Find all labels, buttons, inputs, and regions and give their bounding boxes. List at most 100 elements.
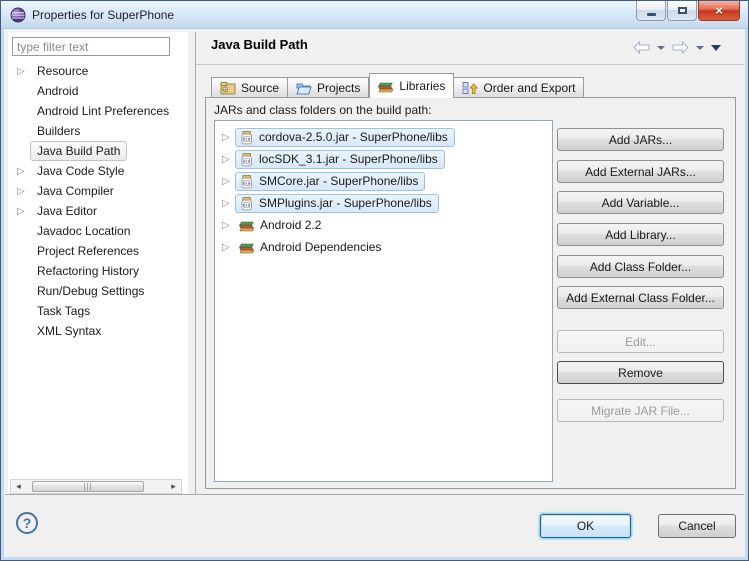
jar-icon: 010: [239, 152, 254, 167]
sidebar-item-label: Run/Debug Settings: [30, 281, 151, 301]
add-variable-button[interactable]: Add Variable...: [557, 191, 724, 214]
maximize-icon: [678, 7, 687, 14]
sidebar-item-java-editor[interactable]: ▷ Java Editor: [8, 201, 188, 221]
expand-arrow-icon[interactable]: ▷: [222, 220, 235, 231]
close-icon: ×: [715, 4, 723, 17]
library-icon: [239, 218, 255, 232]
scrollbar-thumb[interactable]: |||: [32, 481, 144, 492]
view-menu-icon[interactable]: [711, 45, 721, 51]
header-separator: [196, 64, 744, 65]
expand-arrow-icon[interactable]: ▷: [222, 176, 235, 187]
entry-label: cordova-2.5.0.jar - SuperPhone/libs: [259, 130, 448, 144]
sidebar-item-label: Android: [30, 81, 85, 101]
sidebar-item-project-references[interactable]: ▷ Project References: [8, 241, 188, 261]
sidebar-tree: ▷ Resource ▷ Android ▷ Android Lint Pref…: [8, 61, 188, 341]
tab-order-and-export[interactable]: Order and Export: [454, 77, 584, 98]
expand-arrow-icon[interactable]: ▷: [17, 186, 30, 197]
entry-label: Android 2.2: [260, 218, 321, 232]
forward-icon[interactable]: [672, 41, 689, 54]
sidebar-item-resource[interactable]: ▷ Resource: [8, 61, 188, 81]
expand-arrow-icon[interactable]: ▷: [17, 66, 30, 77]
scrollbar-grip-icon: |||: [83, 483, 92, 491]
sidebar-item-xml-syntax[interactable]: ▷ XML Syntax: [8, 321, 188, 341]
window-title: Properties for SuperPhone: [32, 8, 174, 22]
ok-button[interactable]: OK: [540, 514, 631, 538]
sidebar-item-java-code-style[interactable]: ▷ Java Code Style: [8, 161, 188, 181]
back-icon[interactable]: [633, 41, 650, 54]
svg-text:010: 010: [243, 137, 251, 141]
history-navbar: [633, 41, 721, 54]
tab-label: Libraries: [399, 79, 445, 93]
expand-arrow-icon[interactable]: ▷: [222, 132, 235, 143]
sidebar-item-label: Java Code Style: [30, 161, 131, 181]
scroll-left-arrow-icon[interactable]: ◂: [11, 480, 26, 493]
tab-label: Source: [241, 81, 279, 95]
sidebar-item-label: Java Editor: [30, 201, 104, 221]
expand-arrow-icon[interactable]: ▷: [222, 154, 235, 165]
sidebar-item-task-tags[interactable]: ▷ Task Tags: [8, 301, 188, 321]
sidebar-item-refactoring-history[interactable]: ▷ Refactoring History: [8, 261, 188, 281]
build-path-entry[interactable]: ▷ 010 Android Dependencies: [215, 236, 552, 258]
sidebar-item-android-lint-preferences[interactable]: ▷ Android Lint Preferences: [8, 101, 188, 121]
title-bar[interactable]: Properties for SuperPhone ×: [1, 1, 748, 29]
tab-label: Projects: [317, 81, 360, 95]
package-folder-icon: [220, 81, 236, 95]
build-path-tabs: Source Projects: [211, 73, 584, 98]
sidebar-item-label: Java Build Path: [30, 141, 127, 161]
sidebar-item-javadoc-location[interactable]: ▷ Javadoc Location: [8, 221, 188, 241]
sidebar-item-android[interactable]: ▷ Android: [8, 81, 188, 101]
sidebar-item-java-compiler[interactable]: ▷ Java Compiler: [8, 181, 188, 201]
panel-splitter[interactable]: [195, 32, 196, 495]
forward-dropdown-icon[interactable]: [696, 46, 704, 50]
sidebar-item-java-build-path[interactable]: ▷ Java Build Path: [8, 141, 188, 161]
svg-text:010: 010: [243, 181, 251, 185]
expand-arrow-icon[interactable]: ▷: [17, 166, 30, 177]
sidebar-item-label: XML Syntax: [30, 321, 108, 341]
expand-arrow-icon[interactable]: ▷: [222, 242, 235, 253]
build-path-entry[interactable]: ▷ 010 SMCore.jar - SuperPhone/libs: [215, 170, 552, 192]
books-icon: [378, 79, 394, 93]
build-path-entry[interactable]: ▷ 010 cordova-2.5.0.jar - SuperPhone/lib…: [215, 126, 552, 148]
add-jars-button[interactable]: Add JARs...: [557, 128, 724, 151]
build-path-entry[interactable]: ▷ 010 Android 2.2: [215, 214, 552, 236]
close-button[interactable]: ×: [698, 1, 740, 21]
svg-text:010: 010: [243, 159, 251, 163]
maximize-button[interactable]: [667, 1, 697, 21]
sidebar-item-label: Task Tags: [30, 301, 97, 321]
library-icon: [239, 240, 255, 254]
add-class-folder-button[interactable]: Add Class Folder...: [557, 255, 724, 278]
open-folder-icon: [296, 81, 312, 95]
expand-arrow-icon[interactable]: ▷: [222, 198, 235, 209]
eclipse-icon: [10, 7, 26, 23]
tab-libraries[interactable]: Libraries: [369, 73, 454, 98]
back-dropdown-icon[interactable]: [657, 46, 665, 50]
properties-dialog: Properties for SuperPhone × ▷ Resource ▷…: [0, 0, 749, 561]
scroll-right-arrow-icon[interactable]: ▸: [166, 480, 181, 493]
build-path-entry[interactable]: ▷ 010 SMPlugins.jar - SuperPhone/libs: [215, 192, 552, 214]
remove-button[interactable]: Remove: [557, 361, 724, 384]
tab-projects[interactable]: Projects: [288, 77, 369, 98]
tab-label: Order and Export: [483, 81, 575, 95]
sidebar-item-label: Android Lint Preferences: [30, 101, 176, 121]
help-button[interactable]: ?: [16, 512, 38, 534]
entry-label: SMCore.jar - SuperPhone/libs: [259, 174, 418, 188]
add-library-button[interactable]: Add Library...: [557, 223, 724, 246]
add-external-jars-button[interactable]: Add External JARs...: [557, 160, 724, 183]
tab-source[interactable]: Source: [211, 77, 288, 98]
sidebar-item-builders[interactable]: ▷ Builders: [8, 121, 188, 141]
entry-label: SMPlugins.jar - SuperPhone/libs: [259, 196, 432, 210]
build-path-entry[interactable]: ▷ 010 locSDK_3.1.jar - SuperPhone/libs: [215, 148, 552, 170]
cancel-button[interactable]: Cancel: [658, 514, 736, 538]
add-external-class-folder-button[interactable]: Add External Class Folder...: [557, 286, 724, 309]
entry-label: Android Dependencies: [260, 240, 381, 254]
expand-arrow-icon[interactable]: ▷: [17, 206, 30, 217]
order-export-icon: [462, 81, 478, 95]
build-path-list[interactable]: ▷ 010 cordova-2.5.0.jar - SuperPhone/lib…: [214, 120, 553, 482]
minimize-button[interactable]: [636, 1, 666, 21]
sidebar-horizontal-scrollbar[interactable]: ◂ ||| ▸: [10, 479, 182, 494]
sidebar-item-run-debug-settings[interactable]: ▷ Run/Debug Settings: [8, 281, 188, 301]
sidebar-item-label: Builders: [30, 121, 87, 141]
filter-input[interactable]: [12, 37, 170, 56]
jar-icon: 010: [239, 196, 254, 211]
sidebar-item-label: Resource: [30, 61, 95, 81]
